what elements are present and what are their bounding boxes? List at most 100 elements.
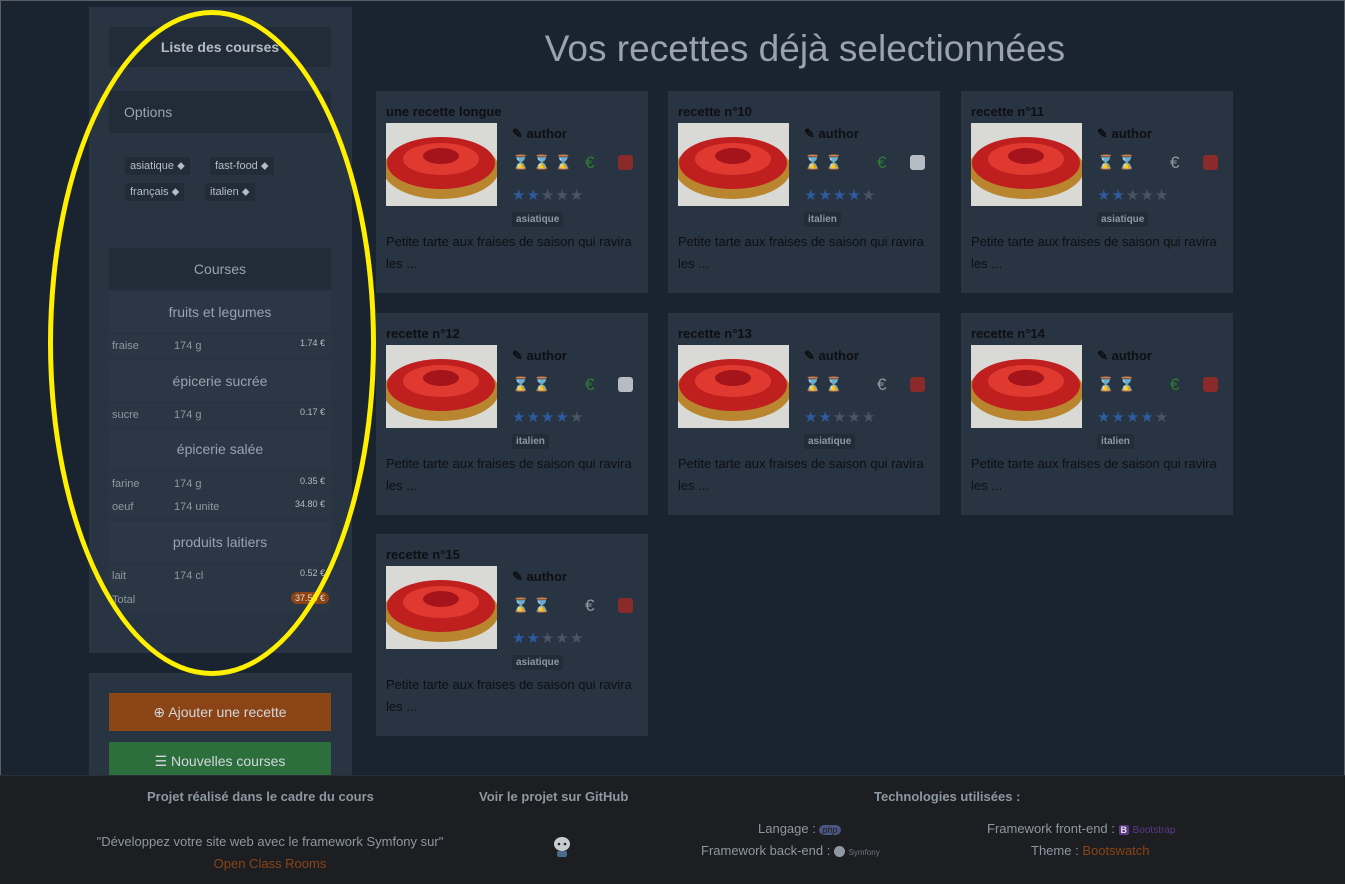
strawberry-tart-image: [678, 345, 789, 428]
strawberry-tart-image: [386, 345, 497, 428]
footer-course-title: Projet réalisé dans le cadre du cours: [147, 789, 374, 804]
duration-hourglass-icons: ⌛⌛: [804, 154, 847, 170]
recipe-category-tag: italien: [512, 434, 549, 449]
strawberry-tart-image: [386, 123, 497, 206]
star-icon: ★: [512, 630, 527, 647]
recipe-card[interactable]: recette n°10 ✎ author ⌛⌛ € ★★★★★ italien Petit…: [668, 91, 940, 293]
star-icon: ★: [1125, 409, 1141, 426]
duration-hourglass-icons: ⌛⌛: [512, 376, 555, 392]
strawberry-tart-image: [971, 123, 1082, 206]
pencil-icon: ✎: [804, 348, 815, 363]
star-icon: ★: [847, 409, 862, 426]
pencil-icon: ✎: [512, 126, 523, 141]
star-icon: ★: [804, 187, 819, 204]
recipe-title[interactable]: recette n°10: [678, 104, 752, 119]
footer-tech-title: Technologies utilisées :: [874, 789, 1021, 804]
page-title: Vos recettes déjà selectionnées: [544, 28, 1066, 69]
pencil-icon: ✎: [1097, 126, 1108, 141]
recipe-title[interactable]: recette n°13: [678, 326, 752, 341]
footer: Projet réalisé dans le cadre du cours "D…: [0, 775, 1345, 884]
recipe-card[interactable]: recette n°11 ✎ author ⌛⌛ € ★★★★★ asiatique Pet…: [961, 91, 1233, 293]
star-icon: ★: [861, 409, 877, 426]
star-icon: ★: [1111, 409, 1126, 426]
recipe-title[interactable]: recette n°15: [386, 547, 460, 562]
pencil-icon: ✎: [1097, 348, 1108, 363]
star-icon: ★: [1097, 409, 1112, 426]
recipe-title[interactable]: recette n°12: [386, 326, 460, 341]
recipe-category-tag: asiatique: [1097, 212, 1149, 227]
star-icon: ★: [540, 630, 556, 647]
star-icon: ★: [526, 187, 541, 204]
star-icon: ★: [569, 630, 585, 647]
star-icon: ★: [512, 187, 527, 204]
recipe-description: Petite tarte aux fraises de saison qui r…: [678, 234, 924, 271]
difficulty-pot-icon: [910, 377, 925, 392]
add-recipe-button[interactable]: ⊕ Ajouter une recette: [109, 693, 331, 731]
strawberry-tart-image: [971, 345, 1082, 428]
recipe-description: Petite tarte aux fraises de saison qui r…: [386, 456, 632, 493]
rating-stars: ★★★★★: [804, 186, 876, 204]
pencil-icon: ✎: [512, 348, 523, 363]
recipe-category-tag: asiatique: [804, 434, 856, 449]
star-icon: ★: [1140, 187, 1155, 204]
star-icon: ★: [540, 409, 556, 426]
star-icon: ★: [1111, 187, 1126, 204]
recipe-card[interactable]: recette n°14 ✎ author ⌛⌛ € ★★★★★ italien Petit…: [961, 313, 1233, 515]
euro-icon: €: [877, 153, 887, 172]
star-icon: ★: [526, 409, 541, 426]
strawberry-tart-image: [386, 566, 497, 649]
recipe-description: Petite tarte aux fraises de saison qui r…: [971, 234, 1217, 271]
recipe-category-tag: italien: [1097, 434, 1134, 449]
recipe-category-tag: italien: [804, 212, 841, 227]
recipe-card[interactable]: une recette longue ✎ author ⌛⌛⌛ € ★★★★★ asiat…: [376, 91, 648, 293]
difficulty-pot-icon: [618, 598, 633, 613]
star-icon: ★: [818, 187, 833, 204]
recipe-card[interactable]: recette n°12 ✎ author ⌛⌛ € ★★★★★ italien Petit…: [376, 313, 648, 515]
bootswatch-link[interactable]: Bootswatch: [1082, 843, 1149, 858]
recipe-author: ✎ author: [804, 348, 859, 363]
star-icon: ★: [818, 409, 833, 426]
star-icon: ★: [526, 630, 541, 647]
php-logo: php: [819, 825, 841, 835]
recipe-author: ✎ author: [512, 569, 567, 584]
recipe-title[interactable]: recette n°14: [971, 326, 1045, 341]
recipe-title[interactable]: une recette longue: [386, 104, 502, 119]
recipe-author: ✎ author: [512, 126, 567, 141]
star-icon: ★: [512, 409, 527, 426]
rating-stars: ★★★★★: [804, 408, 876, 426]
recipe-category-tag: asiatique: [512, 655, 564, 670]
star-icon: ★: [804, 409, 819, 426]
plus-circle-icon: ⊕: [153, 704, 166, 720]
recipe-card[interactable]: recette n°13 ✎ author ⌛⌛ € ★★★★★ asiatique Pet…: [668, 313, 940, 515]
euro-icon: €: [1170, 375, 1180, 394]
recipe-description: Petite tarte aux fraises de saison qui r…: [386, 234, 632, 271]
recipe-category-tag: asiatique: [512, 212, 564, 227]
duration-hourglass-icons: ⌛⌛: [512, 597, 555, 613]
footer-course-text: "Développez votre site web avec le frame…: [96, 834, 444, 871]
difficulty-pot-icon: [1203, 377, 1218, 392]
difficulty-pot-icon: [1203, 155, 1218, 170]
star-icon: ★: [569, 187, 585, 204]
recipe-card[interactable]: recette n°15 ✎ author ⌛⌛ € ★★★★★ asiatique Pet…: [376, 534, 648, 736]
openclassrooms-link[interactable]: Open Class Rooms: [214, 856, 327, 871]
actions-panel: ⊕ Ajouter une recette ☰ Nouvelles course…: [89, 673, 352, 783]
star-icon: ★: [555, 630, 570, 647]
star-icon: ★: [555, 409, 570, 426]
difficulty-pot-icon: [910, 155, 925, 170]
star-icon: ★: [540, 187, 556, 204]
rating-stars: ★★★★★: [512, 408, 584, 426]
difficulty-pot-icon: [618, 377, 633, 392]
star-icon: ★: [569, 409, 585, 426]
recipe-description: Petite tarte aux fraises de saison qui r…: [971, 456, 1217, 493]
duration-hourglass-icons: ⌛⌛: [1097, 376, 1140, 392]
duration-hourglass-icons: ⌛⌛: [1097, 154, 1140, 170]
footer-github-title: Voir le projet sur GitHub: [479, 789, 629, 804]
recipe-description: Petite tarte aux fraises de saison qui r…: [386, 677, 632, 714]
euro-icon: €: [1170, 153, 1180, 172]
recipe-title[interactable]: recette n°11: [971, 104, 1044, 119]
star-icon: ★: [832, 187, 848, 204]
star-icon: ★: [1097, 187, 1112, 204]
rating-stars: ★★★★★: [1097, 186, 1169, 204]
euro-icon: €: [585, 596, 595, 615]
github-octocat-icon[interactable]: [551, 834, 573, 860]
